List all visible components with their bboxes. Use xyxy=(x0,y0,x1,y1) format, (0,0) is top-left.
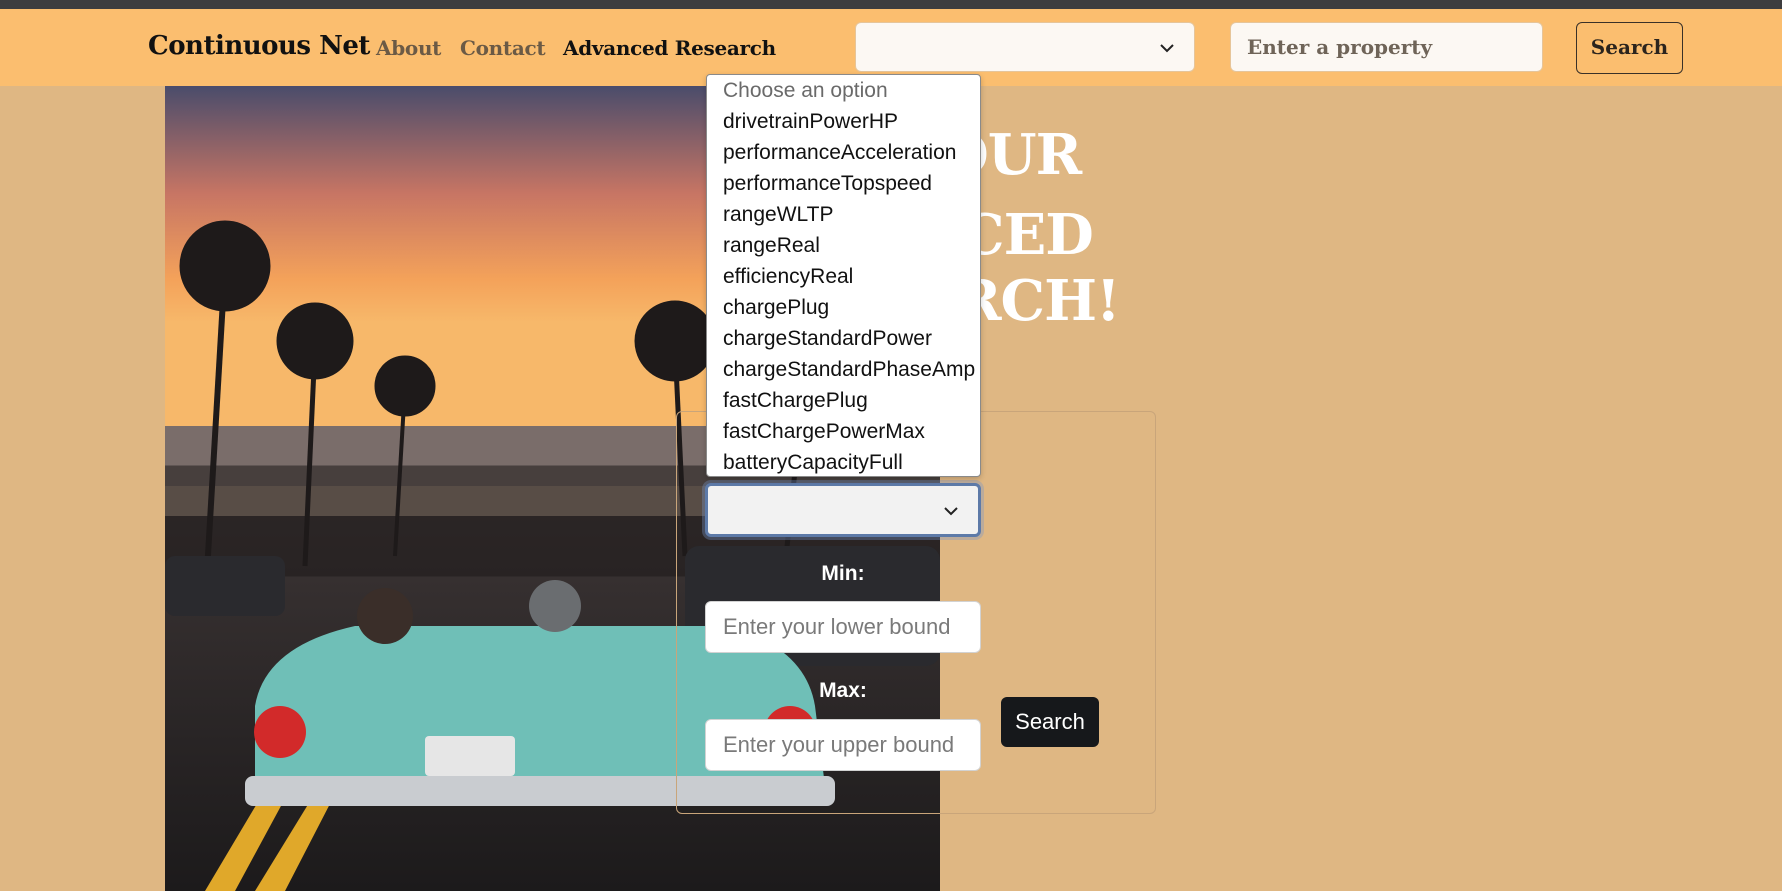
brand-logo[interactable]: Continuous Net xyxy=(148,31,370,61)
field-dropdown-list: Choose an option drivetrainPowerHP perfo… xyxy=(706,74,981,477)
dropdown-option[interactable]: efficiencyReal xyxy=(707,261,980,292)
dropdown-option[interactable]: fastChargePlug xyxy=(707,385,980,416)
max-label: Max: xyxy=(819,679,867,702)
dropdown-option[interactable]: performanceTopspeed xyxy=(707,168,980,199)
nav-link-about[interactable]: About xyxy=(376,36,441,60)
window-top-strip xyxy=(0,0,1782,9)
dropdown-option[interactable]: performanceAcceleration xyxy=(707,137,980,168)
min-label: Min: xyxy=(821,562,865,585)
field-select[interactable] xyxy=(705,483,981,537)
chevron-down-icon xyxy=(944,507,958,516)
max-input[interactable]: Enter your upper bound xyxy=(705,719,981,771)
dropdown-option[interactable]: batteryCapacityFull xyxy=(707,447,980,476)
property-select[interactable] xyxy=(855,22,1195,72)
chevron-down-icon xyxy=(1160,44,1174,53)
min-input[interactable]: Enter your lower bound xyxy=(705,601,981,653)
dropdown-placeholder[interactable]: Choose an option xyxy=(707,75,980,106)
nav-link-advanced-research[interactable]: Advanced Research xyxy=(563,36,776,60)
nav-link-contact[interactable]: Contact xyxy=(460,36,546,60)
dropdown-option[interactable]: rangeReal xyxy=(707,230,980,261)
dropdown-option[interactable]: chargeStandardPower xyxy=(707,323,980,354)
dropdown-option[interactable]: fastChargePowerMax xyxy=(707,416,980,447)
dropdown-option[interactable]: chargePlug xyxy=(707,292,980,323)
dropdown-option[interactable]: drivetrainPowerHP xyxy=(707,106,980,137)
nav-search-button[interactable]: Search xyxy=(1576,22,1683,74)
dropdown-option[interactable]: rangeWLTP xyxy=(707,199,980,230)
property-search-input[interactable]: Enter a property xyxy=(1230,22,1543,72)
dropdown-option[interactable]: chargeStandardPhaseAmp xyxy=(707,354,980,385)
form-search-button[interactable]: Search xyxy=(1001,697,1099,747)
